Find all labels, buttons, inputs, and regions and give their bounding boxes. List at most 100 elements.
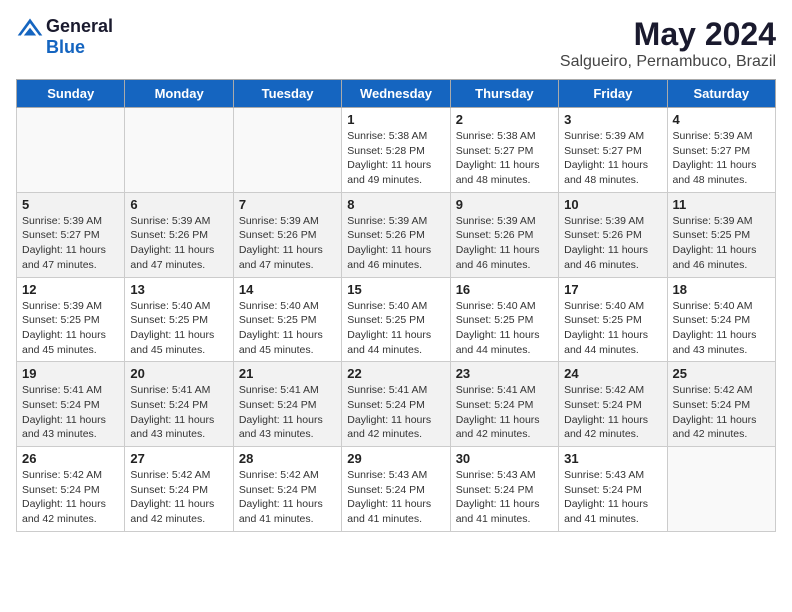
calendar-week-row: 5 Sunrise: 5:39 AM Sunset: 5:27 PM Daylig… <box>17 192 776 277</box>
calendar-cell <box>17 108 125 193</box>
calendar-cell: 11Sunrise: 5:39 AM Sunset: 5:25 PM Dayli… <box>667 192 775 277</box>
day-number: 21 <box>239 366 336 381</box>
day-number: 5 <box>22 197 119 212</box>
day-info: Sunrise: 5:41 AM Sunset: 5:24 PM Dayligh… <box>22 383 119 442</box>
calendar-cell: 5 Sunrise: 5:39 AM Sunset: 5:27 PM Daylig… <box>17 192 125 277</box>
day-number: 1 <box>347 112 444 127</box>
calendar-cell: 13 Sunrise: 5:40 AM Sunset: 5:25 PM Dayli… <box>125 277 233 362</box>
day-info: Sunrise: 5:39 AM Sunset: 5:27 PM Dayligh… <box>564 129 661 188</box>
calendar-header-row: SundayMondayTuesdayWednesdayThursdayFrid… <box>17 80 776 108</box>
calendar-cell: 1 Sunrise: 5:38 AM Sunset: 5:28 PM Daylig… <box>342 108 450 193</box>
day-info: Sunrise: 5:39 AM Sunset: 5:26 PM Dayligh… <box>130 214 227 273</box>
day-number: 29 <box>347 451 444 466</box>
calendar-cell: 15 Sunrise: 5:40 AM Sunset: 5:25 PM Dayli… <box>342 277 450 362</box>
calendar-cell: 26 Sunrise: 5:42 AM Sunset: 5:24 PM Dayli… <box>17 447 125 532</box>
logo-blue: Blue <box>46 37 85 58</box>
calendar: SundayMondayTuesdayWednesdayThursdayFrid… <box>16 79 776 532</box>
day-info: Sunrise: 5:39 AM Sunset: 5:25 PM Dayligh… <box>22 299 119 358</box>
day-info: Sunrise: 5:41 AM Sunset: 5:24 PM Dayligh… <box>130 383 227 442</box>
day-number: 27 <box>130 451 227 466</box>
day-number: 28 <box>239 451 336 466</box>
calendar-cell: 17Sunrise: 5:40 AM Sunset: 5:25 PM Dayli… <box>559 277 667 362</box>
day-number: 20 <box>130 366 227 381</box>
calendar-cell: 16 Sunrise: 5:40 AM Sunset: 5:25 PM Dayli… <box>450 277 558 362</box>
calendar-cell: 10 Sunrise: 5:39 AM Sunset: 5:26 PM Dayli… <box>559 192 667 277</box>
day-number: 23 <box>456 366 553 381</box>
calendar-week-row: 26 Sunrise: 5:42 AM Sunset: 5:24 PM Dayli… <box>17 447 776 532</box>
day-info: Sunrise: 5:39 AM Sunset: 5:27 PM Dayligh… <box>22 214 119 273</box>
calendar-cell: 6 Sunrise: 5:39 AM Sunset: 5:26 PM Daylig… <box>125 192 233 277</box>
column-header-thursday: Thursday <box>450 80 558 108</box>
calendar-cell: 9 Sunrise: 5:39 AM Sunset: 5:26 PM Daylig… <box>450 192 558 277</box>
column-header-saturday: Saturday <box>667 80 775 108</box>
day-number: 15 <box>347 282 444 297</box>
day-info: Sunrise: 5:40 AM Sunset: 5:25 PM Dayligh… <box>564 299 661 358</box>
calendar-cell: 3 Sunrise: 5:39 AM Sunset: 5:27 PM Daylig… <box>559 108 667 193</box>
column-header-wednesday: Wednesday <box>342 80 450 108</box>
day-number: 19 <box>22 366 119 381</box>
title-area: May 2024 Salgueiro, Pernambuco, Brazil <box>560 16 776 71</box>
day-number: 9 <box>456 197 553 212</box>
day-number: 12 <box>22 282 119 297</box>
column-header-monday: Monday <box>125 80 233 108</box>
day-info: Sunrise: 5:42 AM Sunset: 5:24 PM Dayligh… <box>239 468 336 527</box>
day-number: 31 <box>564 451 661 466</box>
day-number: 7 <box>239 197 336 212</box>
subtitle: Salgueiro, Pernambuco, Brazil <box>560 53 776 71</box>
calendar-week-row: 12 Sunrise: 5:39 AM Sunset: 5:25 PM Dayli… <box>17 277 776 362</box>
day-number: 30 <box>456 451 553 466</box>
day-info: Sunrise: 5:40 AM Sunset: 5:25 PM Dayligh… <box>347 299 444 358</box>
day-number: 18 <box>673 282 770 297</box>
day-info: Sunrise: 5:41 AM Sunset: 5:24 PM Dayligh… <box>239 383 336 442</box>
day-info: Sunrise: 5:42 AM Sunset: 5:24 PM Dayligh… <box>564 383 661 442</box>
day-info: Sunrise: 5:39 AM Sunset: 5:26 PM Dayligh… <box>456 214 553 273</box>
column-header-friday: Friday <box>559 80 667 108</box>
day-number: 16 <box>456 282 553 297</box>
day-info: Sunrise: 5:42 AM Sunset: 5:24 PM Dayligh… <box>130 468 227 527</box>
day-info: Sunrise: 5:40 AM Sunset: 5:24 PM Dayligh… <box>673 299 770 358</box>
day-info: Sunrise: 5:43 AM Sunset: 5:24 PM Dayligh… <box>456 468 553 527</box>
day-number: 22 <box>347 366 444 381</box>
day-number: 6 <box>130 197 227 212</box>
day-number: 3 <box>564 112 661 127</box>
day-number: 26 <box>22 451 119 466</box>
calendar-cell <box>233 108 341 193</box>
day-info: Sunrise: 5:38 AM Sunset: 5:28 PM Dayligh… <box>347 129 444 188</box>
calendar-cell: 8Sunrise: 5:39 AM Sunset: 5:26 PM Daylig… <box>342 192 450 277</box>
logo-icon <box>16 17 44 37</box>
day-number: 10 <box>564 197 661 212</box>
calendar-cell: 20 Sunrise: 5:41 AM Sunset: 5:24 PM Dayli… <box>125 362 233 447</box>
calendar-cell: 19 Sunrise: 5:41 AM Sunset: 5:24 PM Dayli… <box>17 362 125 447</box>
day-info: Sunrise: 5:39 AM Sunset: 5:26 PM Dayligh… <box>239 214 336 273</box>
day-info: Sunrise: 5:40 AM Sunset: 5:25 PM Dayligh… <box>239 299 336 358</box>
calendar-cell: 31Sunrise: 5:43 AM Sunset: 5:24 PM Dayli… <box>559 447 667 532</box>
day-info: Sunrise: 5:39 AM Sunset: 5:26 PM Dayligh… <box>564 214 661 273</box>
calendar-cell: 28 Sunrise: 5:42 AM Sunset: 5:24 PM Dayli… <box>233 447 341 532</box>
day-info: Sunrise: 5:41 AM Sunset: 5:24 PM Dayligh… <box>456 383 553 442</box>
day-number: 4 <box>673 112 770 127</box>
calendar-cell: 25Sunrise: 5:42 AM Sunset: 5:24 PM Dayli… <box>667 362 775 447</box>
day-info: Sunrise: 5:40 AM Sunset: 5:25 PM Dayligh… <box>130 299 227 358</box>
calendar-cell <box>667 447 775 532</box>
day-number: 2 <box>456 112 553 127</box>
calendar-week-row: 1 Sunrise: 5:38 AM Sunset: 5:28 PM Daylig… <box>17 108 776 193</box>
day-info: Sunrise: 5:38 AM Sunset: 5:27 PM Dayligh… <box>456 129 553 188</box>
day-info: Sunrise: 5:40 AM Sunset: 5:25 PM Dayligh… <box>456 299 553 358</box>
main-title: May 2024 <box>560 16 776 53</box>
calendar-cell: 24Sunrise: 5:42 AM Sunset: 5:24 PM Dayli… <box>559 362 667 447</box>
calendar-cell: 23 Sunrise: 5:41 AM Sunset: 5:24 PM Dayli… <box>450 362 558 447</box>
day-number: 8 <box>347 197 444 212</box>
logo-general: General <box>46 16 113 37</box>
day-info: Sunrise: 5:42 AM Sunset: 5:24 PM Dayligh… <box>673 383 770 442</box>
calendar-cell <box>125 108 233 193</box>
calendar-cell: 4Sunrise: 5:39 AM Sunset: 5:27 PM Daylig… <box>667 108 775 193</box>
day-info: Sunrise: 5:43 AM Sunset: 5:24 PM Dayligh… <box>347 468 444 527</box>
calendar-cell: 29 Sunrise: 5:43 AM Sunset: 5:24 PM Dayli… <box>342 447 450 532</box>
day-number: 13 <box>130 282 227 297</box>
calendar-cell: 22Sunrise: 5:41 AM Sunset: 5:24 PM Dayli… <box>342 362 450 447</box>
page-header: General Blue May 2024 Salgueiro, Pernamb… <box>16 16 776 71</box>
day-info: Sunrise: 5:42 AM Sunset: 5:24 PM Dayligh… <box>22 468 119 527</box>
calendar-cell: 14Sunrise: 5:40 AM Sunset: 5:25 PM Dayli… <box>233 277 341 362</box>
day-info: Sunrise: 5:39 AM Sunset: 5:25 PM Dayligh… <box>673 214 770 273</box>
calendar-cell: 30 Sunrise: 5:43 AM Sunset: 5:24 PM Dayli… <box>450 447 558 532</box>
